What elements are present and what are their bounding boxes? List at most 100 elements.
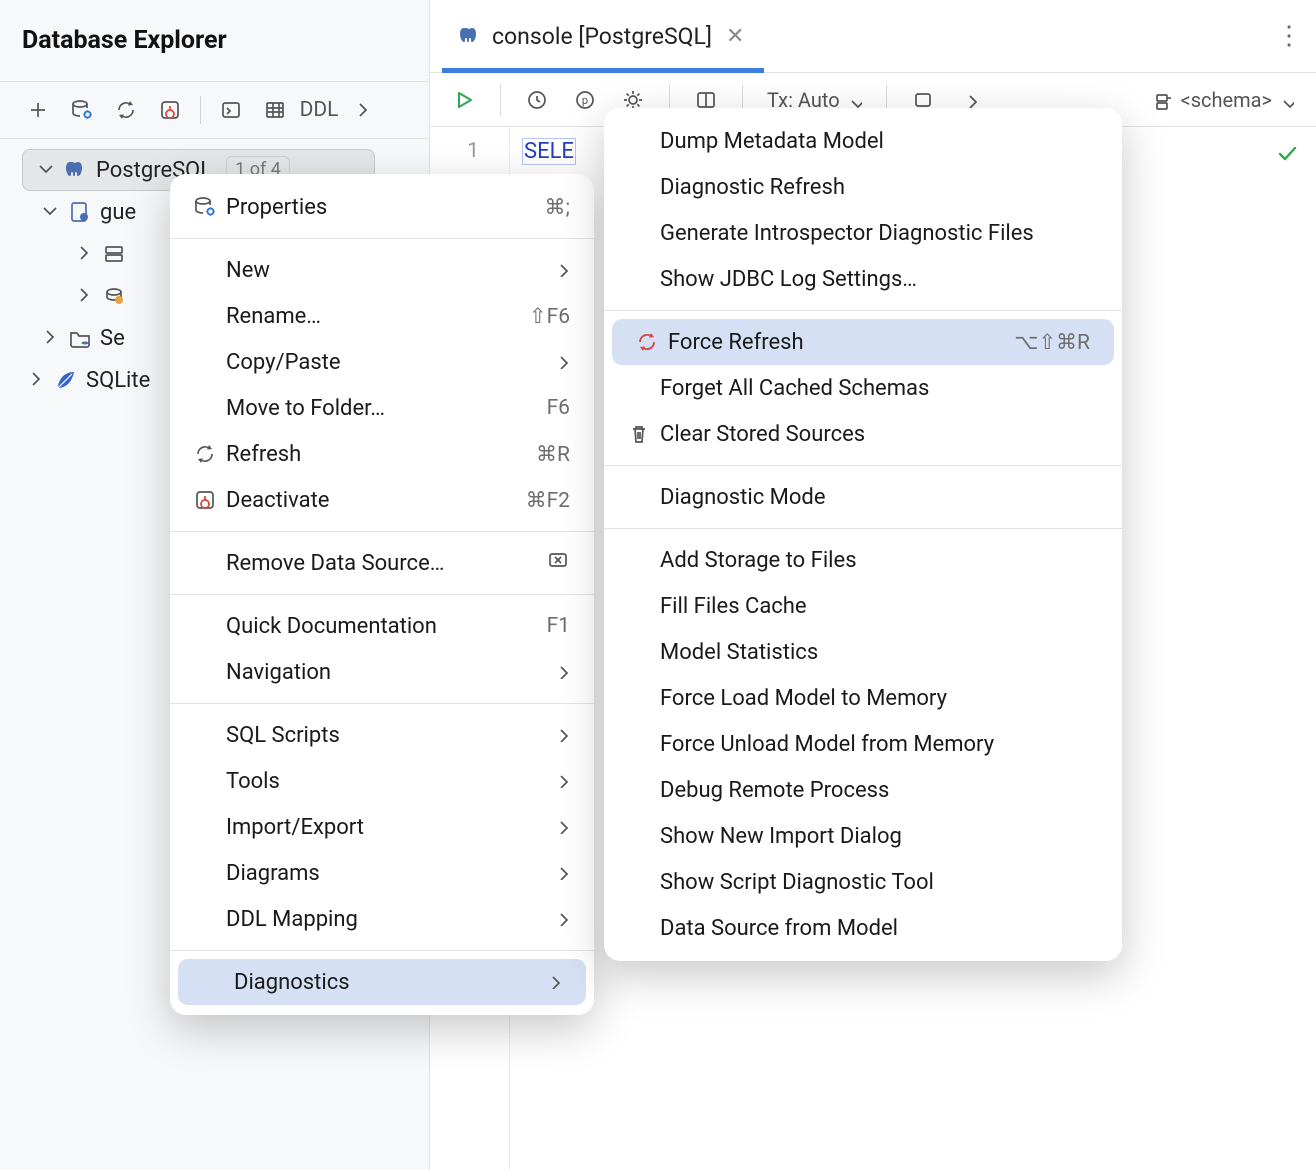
menu-item-label: Diagrams: [222, 861, 552, 886]
menu-item[interactable]: Tools: [170, 758, 594, 804]
collation-icon: [102, 284, 126, 308]
expand-toggle[interactable]: [36, 199, 60, 225]
menu-item-label: SQL Scripts: [222, 723, 552, 748]
menu-item-label: Show Script Diagnostic Tool: [656, 870, 1098, 895]
menu-item[interactable]: SQL Scripts: [170, 712, 594, 758]
menu-item-icon-slot: [188, 195, 222, 219]
menu-item[interactable]: Add Storage to Files: [604, 537, 1122, 583]
menu-item-label: Tools: [222, 769, 552, 794]
expand-toggle[interactable]: [70, 283, 94, 309]
playground-button[interactable]: [565, 80, 605, 120]
menu-item[interactable]: Diagnostic Refresh: [604, 164, 1122, 210]
expand-toggle[interactable]: [32, 157, 56, 183]
menu-item-label: Show JDBC Log Settings…: [656, 267, 1098, 292]
menu-item-label: Deactivate: [222, 488, 498, 513]
menu-item[interactable]: Forget All Cached Schemas: [604, 365, 1122, 411]
menu-item[interactable]: Deactivate⌘F2: [170, 477, 594, 523]
diagnostics-submenu[interactable]: Dump Metadata Model Diagnostic Refresh Gen…: [604, 108, 1122, 961]
menu-item[interactable]: Force Load Model to Memory: [604, 675, 1122, 721]
history-button[interactable]: [517, 80, 557, 120]
table-icon: [263, 98, 287, 122]
menu-item[interactable]: Rename…⇧F6: [170, 293, 594, 339]
menu-item[interactable]: Generate Introspector Diagnostic Files: [604, 210, 1122, 256]
menu-item[interactable]: Show JDBC Log Settings…: [604, 256, 1122, 302]
tabs-more-button[interactable]: ⋮: [1276, 21, 1304, 51]
ddl-button[interactable]: DDL: [297, 90, 341, 130]
menu-item[interactable]: Show Script Diagnostic Tool: [604, 859, 1122, 905]
console-icon: [219, 98, 243, 122]
menu-separator: [170, 238, 594, 239]
chevron-right-icon: [351, 98, 375, 122]
menu-item-icon-slot: [188, 488, 222, 512]
check-icon: [1275, 141, 1301, 167]
menu-separator: [170, 594, 594, 595]
toolbar-overflow-button[interactable]: [341, 90, 385, 130]
refresh-icon: [114, 98, 138, 122]
expand-toggle[interactable]: [22, 367, 46, 393]
submenu-indicator-icon: [552, 815, 570, 840]
menu-item[interactable]: Diagnostic Mode: [604, 474, 1122, 520]
menu-item[interactable]: Data Source from Model: [604, 905, 1122, 951]
menu-item[interactable]: Force Refresh⌥⇧⌘R: [612, 319, 1114, 365]
db-gear-icon: [70, 98, 94, 122]
menu-item[interactable]: Refresh⌘R: [170, 431, 594, 477]
panel-title: Database Explorer: [0, 0, 429, 82]
deactivate-button[interactable]: [148, 90, 192, 130]
toolbar-separator: [200, 96, 201, 124]
schema-selector[interactable]: <schema>: [1145, 88, 1302, 112]
menu-item[interactable]: Move to Folder…F6: [170, 385, 594, 431]
chevron-right-icon: [24, 367, 44, 387]
postgresql-icon: [458, 24, 482, 48]
menu-item[interactable]: Force Unload Model from Memory: [604, 721, 1122, 767]
tab-close-button[interactable]: ✕: [722, 24, 748, 49]
menu-item[interactable]: DDL Mapping: [170, 896, 594, 942]
menu-item-label: Clear Stored Sources: [656, 422, 1098, 447]
menu-item[interactable]: Properties⌘;: [170, 184, 594, 230]
menu-item-label: Rename…: [222, 304, 501, 329]
menu-item[interactable]: Model Statistics: [604, 629, 1122, 675]
menu-item[interactable]: Navigation: [170, 649, 594, 695]
menu-item[interactable]: Show New Import Dialog: [604, 813, 1122, 859]
menu-item[interactable]: Import/Export: [170, 804, 594, 850]
chevron-down-icon: [34, 157, 54, 177]
menu-item-label: Diagnostic Refresh: [656, 175, 1098, 200]
refresh-button[interactable]: [104, 90, 148, 130]
menu-item-label: Refresh: [222, 442, 508, 467]
table-button[interactable]: [253, 90, 297, 130]
menu-item[interactable]: Diagrams: [170, 850, 594, 896]
menu-item-shortcut: F6: [547, 396, 570, 420]
submenu-indicator-icon: [552, 861, 570, 886]
postgresql-icon: [64, 158, 88, 182]
menu-item-label: Copy/Paste: [222, 350, 552, 375]
menu-item[interactable]: Quick DocumentationF1: [170, 603, 594, 649]
console-button[interactable]: [209, 90, 253, 130]
menu-separator: [604, 528, 1122, 529]
editor-tabs: console [PostgreSQL] ✕ ⋮: [430, 0, 1316, 73]
menu-item[interactable]: Debug Remote Process: [604, 767, 1122, 813]
editor-tab[interactable]: console [PostgreSQL] ✕: [442, 0, 764, 72]
menu-item[interactable]: Fill Files Cache: [604, 583, 1122, 629]
datasource-properties-button[interactable]: [60, 90, 104, 130]
tab-active-indicator: [442, 68, 764, 73]
menu-separator: [170, 703, 594, 704]
run-button[interactable]: [444, 80, 484, 120]
submenu-indicator-icon: [552, 258, 570, 283]
expand-toggle[interactable]: [70, 241, 94, 267]
context-menu[interactable]: Properties⌘; New Rename…⇧F6 Copy/Paste Move …: [170, 174, 594, 1015]
menu-item[interactable]: Copy/Paste: [170, 339, 594, 385]
menu-item[interactable]: Remove Data Source…: [170, 540, 594, 586]
menu-item[interactable]: Dump Metadata Model: [604, 118, 1122, 164]
menu-item-label: New: [222, 258, 552, 283]
sqlite-icon: [54, 368, 78, 392]
chevron-down-icon: [846, 92, 862, 108]
menu-item[interactable]: New: [170, 247, 594, 293]
expand-toggle[interactable]: [36, 325, 60, 351]
delete-icon: [546, 548, 570, 572]
menu-item[interactable]: Diagnostics: [178, 959, 586, 1005]
submenu-indicator-icon: [552, 660, 570, 685]
add-button[interactable]: [16, 90, 60, 130]
menu-item-label: Generate Introspector Diagnostic Files: [656, 221, 1098, 246]
database-icon: [68, 200, 92, 224]
menu-item[interactable]: Clear Stored Sources: [604, 411, 1122, 457]
menu-item-label: Navigation: [222, 660, 552, 685]
